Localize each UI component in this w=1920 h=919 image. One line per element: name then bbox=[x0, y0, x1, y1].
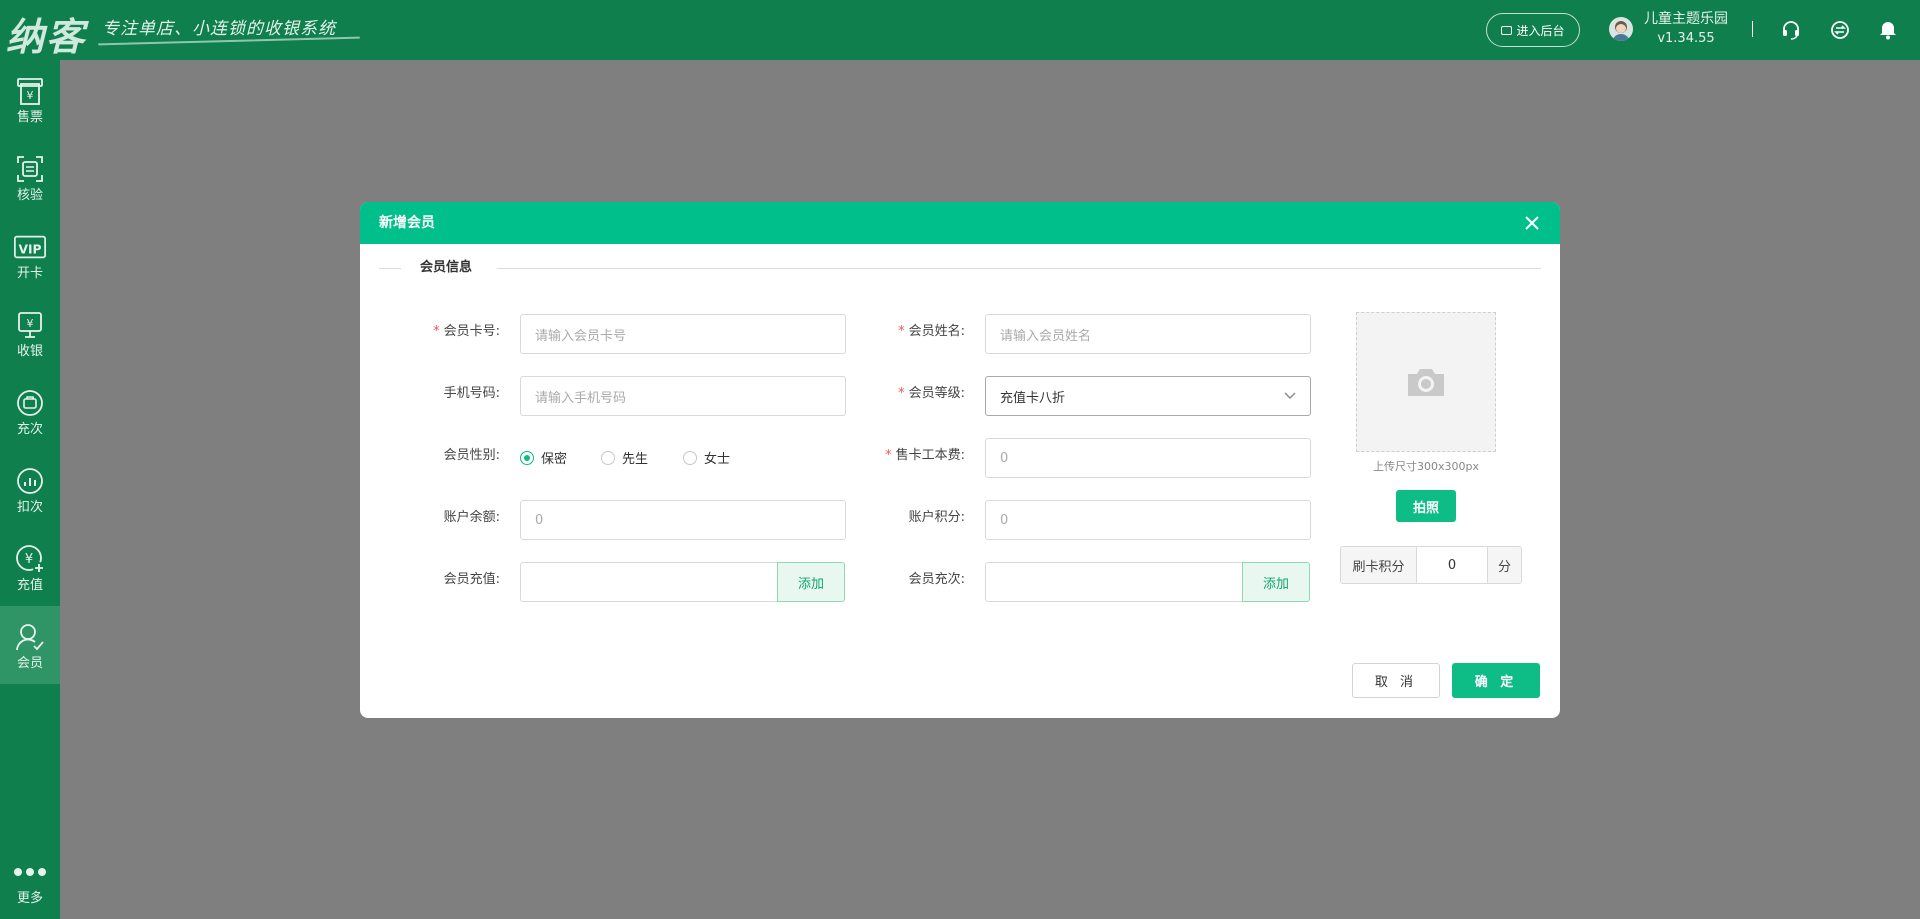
enter-backend-label: 进入后台 bbox=[1516, 23, 1565, 38]
balance-input[interactable]: 0 bbox=[520, 500, 846, 540]
sidebar-item-label: 核验 bbox=[16, 188, 43, 203]
member-icon bbox=[13, 620, 47, 654]
sidebar-item-label: 充次 bbox=[16, 422, 43, 437]
sidebar-item-member[interactable]: 会员 bbox=[0, 606, 60, 684]
card-fee-input[interactable]: 0 bbox=[985, 438, 1311, 478]
brand-logo: 纳客 bbox=[6, 14, 87, 59]
more-dots-icon bbox=[13, 855, 47, 889]
top-bar: 纳客 专注单店、小连锁的收银系统 进入后台 儿童主题乐园 v1.34.55 bbox=[0, 0, 1920, 60]
top-divider bbox=[1752, 21, 1753, 37]
recharge-add-button[interactable]: 添加 bbox=[777, 562, 845, 602]
sidebar-item-label: 开卡 bbox=[16, 266, 43, 281]
sidebar-item-deduct-times[interactable]: 扣次 bbox=[0, 450, 60, 528]
sidebar-item-recharge-times[interactable]: 充次 bbox=[0, 372, 60, 450]
close-icon[interactable] bbox=[1522, 213, 1542, 233]
member-level-label: * 会员等级: bbox=[898, 386, 965, 401]
sidebar-item-label: 收银 bbox=[16, 344, 43, 359]
section-divider bbox=[379, 268, 401, 269]
deduct-times-icon bbox=[13, 464, 47, 498]
vip-card-icon: VIP bbox=[13, 230, 47, 264]
sidebar-item-more[interactable]: 更多 bbox=[0, 841, 60, 919]
card-fee-label: * 售卡工本费: bbox=[885, 448, 965, 463]
gender-radio-female[interactable]: 女士 bbox=[683, 448, 730, 467]
member-level-select[interactable]: 充值卡八折 bbox=[985, 376, 1311, 416]
swipe-points-unit: 分 bbox=[1487, 547, 1521, 583]
recharge-times-label: 会员充次: bbox=[908, 572, 965, 587]
sidebar: ¥ 售票 核验 VIP 开卡 ¥ 收银 充次 扣次 ¥ 充值 会员 更多 bbox=[0, 60, 60, 919]
take-photo-button[interactable]: 拍照 bbox=[1396, 490, 1456, 522]
phone-label: 手机号码: bbox=[443, 386, 500, 401]
scan-verify-icon bbox=[13, 152, 47, 186]
sidebar-item-label: 扣次 bbox=[16, 500, 43, 515]
swipe-points-input[interactable]: 0 bbox=[1417, 547, 1487, 583]
section-title: 会员信息 bbox=[420, 260, 473, 275]
svg-text:¥: ¥ bbox=[25, 552, 33, 567]
headset-icon[interactable] bbox=[1780, 19, 1802, 41]
brand-slogan: 专注单店、小连锁的收银系统 bbox=[102, 19, 336, 39]
recharge-times-icon bbox=[13, 386, 47, 420]
avatar[interactable] bbox=[1609, 17, 1633, 41]
sidebar-item-open-card[interactable]: VIP 开卡 bbox=[0, 216, 60, 294]
sidebar-item-verify[interactable]: 核验 bbox=[0, 138, 60, 216]
sidebar-item-cashier[interactable]: ¥ 收银 bbox=[0, 294, 60, 372]
recharge-label: 会员充值: bbox=[443, 572, 500, 587]
member-name-input[interactable]: 请输入会员姓名 bbox=[985, 314, 1311, 354]
enter-backend-button[interactable]: 进入后台 bbox=[1486, 13, 1580, 47]
svg-text:¥: ¥ bbox=[27, 89, 34, 102]
svg-text:VIP: VIP bbox=[18, 243, 41, 257]
points-input[interactable]: 0 bbox=[985, 500, 1311, 540]
store-name: 儿童主题乐园 bbox=[1644, 11, 1728, 27]
ticket-icon: ¥ bbox=[13, 74, 47, 108]
balance-label: 账户余额: bbox=[443, 510, 500, 525]
monitor-icon bbox=[1501, 25, 1513, 35]
dialog-header: 新增会员 bbox=[360, 202, 1560, 244]
sidebar-item-label: 更多 bbox=[16, 891, 43, 906]
recharge-times-add-button[interactable]: 添加 bbox=[1242, 562, 1310, 602]
app-version: v1.34.55 bbox=[1657, 31, 1715, 46]
points-label: 账户积分: bbox=[908, 510, 965, 525]
sync-icon[interactable] bbox=[1829, 19, 1851, 41]
photo-upload[interactable] bbox=[1356, 312, 1496, 452]
sidebar-item-ticket[interactable]: ¥ 售票 bbox=[0, 60, 60, 138]
camera-icon bbox=[1408, 369, 1444, 396]
gender-radio-male[interactable]: 先生 bbox=[601, 448, 648, 467]
card-no-input[interactable]: 请输入会员卡号 bbox=[520, 314, 846, 354]
phone-input[interactable]: 请输入手机号码 bbox=[520, 376, 846, 416]
add-member-dialog: 新增会员 会员信息 * 会员卡号: 请输入会员卡号 * 会员姓名: 请输入会员姓名 … bbox=[360, 202, 1560, 718]
cancel-button[interactable]: 取 消 bbox=[1352, 663, 1440, 698]
sidebar-item-label: 售票 bbox=[16, 110, 43, 125]
svg-text:¥: ¥ bbox=[27, 317, 34, 330]
swipe-points-group: 刷卡积分 0 分 bbox=[1340, 546, 1522, 584]
cashier-icon: ¥ bbox=[13, 308, 47, 342]
member-level-value: 充值卡八折 bbox=[1000, 390, 1066, 406]
sidebar-item-label: 会员 bbox=[16, 656, 43, 671]
confirm-button[interactable]: 确 定 bbox=[1452, 663, 1540, 698]
recharge-icon: ¥ bbox=[13, 542, 47, 576]
gender-label: 会员性别: bbox=[443, 448, 500, 463]
dialog-title: 新增会员 bbox=[379, 215, 435, 231]
recharge-input[interactable] bbox=[520, 562, 778, 602]
swipe-points-label: 刷卡积分 bbox=[1341, 547, 1417, 583]
chevron-down-icon bbox=[1284, 392, 1296, 399]
card-no-label: * 会员卡号: bbox=[433, 324, 500, 339]
section-divider bbox=[497, 268, 1541, 269]
gender-radio-secret[interactable]: 保密 bbox=[520, 448, 567, 467]
sidebar-item-label: 充值 bbox=[16, 578, 43, 593]
sidebar-item-recharge[interactable]: ¥ 充值 bbox=[0, 528, 60, 606]
member-name-label: * 会员姓名: bbox=[898, 324, 965, 339]
bell-icon[interactable] bbox=[1877, 19, 1899, 41]
recharge-times-input[interactable] bbox=[985, 562, 1243, 602]
photo-size-hint: 上传尺寸300x300px bbox=[1373, 460, 1479, 473]
